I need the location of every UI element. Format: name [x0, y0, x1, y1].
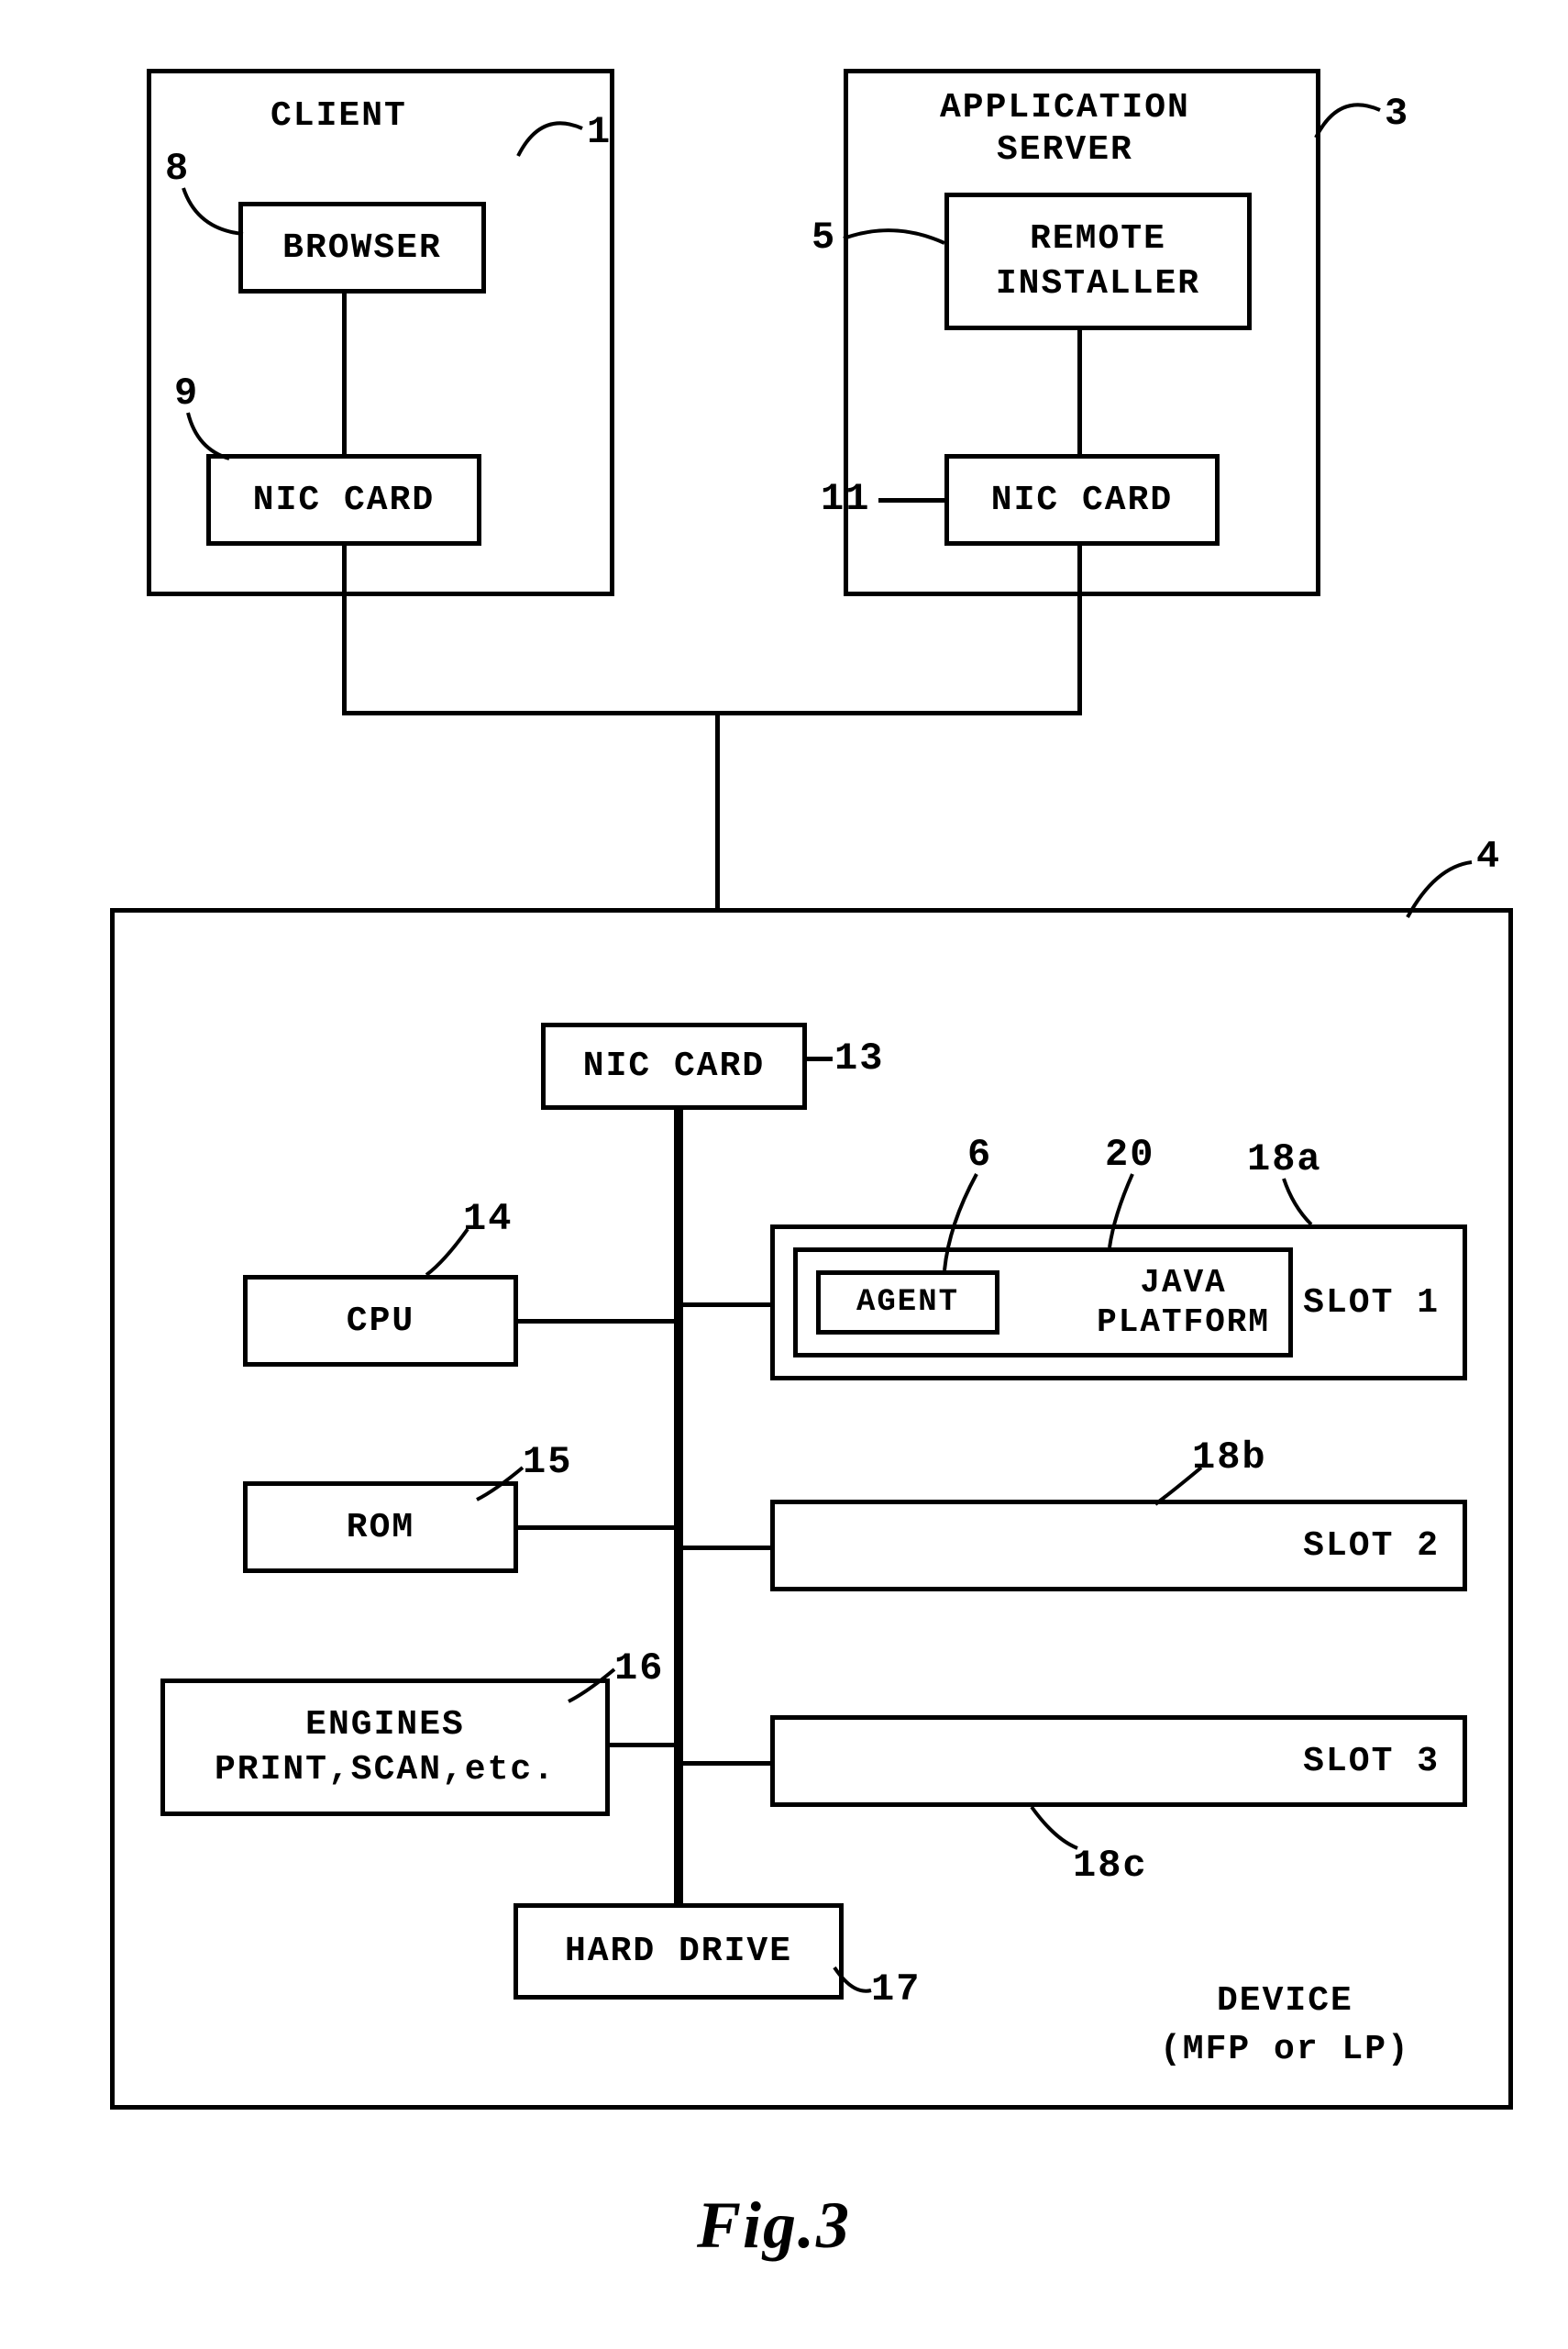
- bus-vertical: [674, 1110, 683, 1908]
- leader-line: [830, 1963, 876, 2004]
- connector: [679, 1302, 770, 1307]
- device-ref: 4: [1476, 835, 1501, 879]
- agent-label: AGENT: [856, 1285, 959, 1320]
- leader-line: [878, 498, 944, 503]
- leader-line: [183, 408, 238, 463]
- connector: [342, 546, 347, 715]
- connector: [1077, 330, 1082, 454]
- device-nic-box: NIC CARD: [541, 1023, 807, 1110]
- leader-line: [422, 1224, 477, 1280]
- remote-installer-box: REMOTE INSTALLER: [944, 193, 1252, 330]
- connector: [342, 294, 347, 454]
- leader-line: [1403, 858, 1476, 922]
- java-platform-label: JAVA PLATFORM: [1097, 1263, 1270, 1342]
- appserver-nic-box: NIC CARD: [944, 454, 1220, 546]
- remote-installer-label: REMOTE INSTALLER: [996, 216, 1200, 307]
- cpu-box: CPU: [243, 1275, 518, 1367]
- appserver-ref: 3: [1385, 92, 1409, 136]
- appserver-nic-ref: 11: [821, 477, 870, 521]
- client-ref: 1: [587, 110, 612, 154]
- slot3-box: SLOT 3: [770, 1715, 1467, 1807]
- diagram-canvas: CLIENT 1 BROWSER 8 NIC CARD 9 APPLICATIO…: [37, 37, 1531, 2312]
- client-nic-box: NIC CARD: [206, 454, 481, 546]
- leader-line: [1270, 1174, 1316, 1229]
- device-nic-label: NIC CARD: [583, 1047, 765, 1086]
- slot3-label: SLOT 3: [1303, 1742, 1440, 1781]
- engines-label: ENGINES PRINT,SCAN,etc.: [215, 1702, 556, 1793]
- connector: [1077, 546, 1082, 715]
- leader-line: [513, 105, 587, 161]
- client-title: CLIENT: [271, 96, 407, 136]
- connector: [518, 1319, 679, 1324]
- appserver-nic-label: NIC CARD: [991, 481, 1173, 520]
- leader-line: [1311, 87, 1385, 142]
- browser-label: BROWSER: [282, 228, 442, 268]
- leader-line: [940, 1169, 986, 1275]
- hdd-ref: 17: [871, 1967, 921, 2011]
- leader-line: [1151, 1463, 1206, 1509]
- engines-box: ENGINES PRINT,SCAN,etc.: [160, 1679, 610, 1816]
- rom-ref: 15: [523, 1440, 572, 1484]
- remote-installer-ref: 5: [812, 216, 836, 260]
- hdd-label: HARD DRIVE: [565, 1932, 792, 1971]
- connector: [342, 711, 1082, 715]
- connector: [679, 1761, 770, 1766]
- cpu-label: CPU: [347, 1302, 414, 1341]
- hdd-box: HARD DRIVE: [513, 1903, 844, 2000]
- slot3-ref: 18c: [1073, 1844, 1148, 1888]
- device-nic-ref: 13: [834, 1036, 884, 1080]
- slot2-label: SLOT 2: [1303, 1526, 1440, 1566]
- leader-line: [807, 1057, 833, 1061]
- leader-line: [564, 1665, 619, 1711]
- connector: [679, 1546, 770, 1550]
- agent-box: AGENT: [816, 1270, 999, 1335]
- browser-box: BROWSER: [238, 202, 486, 294]
- connector: [610, 1743, 679, 1747]
- leader-line: [1027, 1802, 1082, 1857]
- slot2-box: SLOT 2: [770, 1500, 1467, 1591]
- leader-line: [1105, 1169, 1151, 1252]
- leader-line: [839, 216, 949, 261]
- appserver-title: APPLICATION SERVER: [940, 87, 1190, 171]
- leader-line: [179, 183, 252, 238]
- engines-ref: 16: [614, 1646, 664, 1690]
- client-nic-label: NIC CARD: [253, 481, 435, 520]
- rom-label: ROM: [347, 1508, 414, 1547]
- figure-caption: Fig.3: [697, 2188, 851, 2264]
- slot1-label: SLOT 1: [1303, 1283, 1440, 1323]
- connector: [518, 1525, 679, 1530]
- device-title: DEVICE (MFP or LP): [1160, 1977, 1410, 2074]
- leader-line: [472, 1463, 527, 1509]
